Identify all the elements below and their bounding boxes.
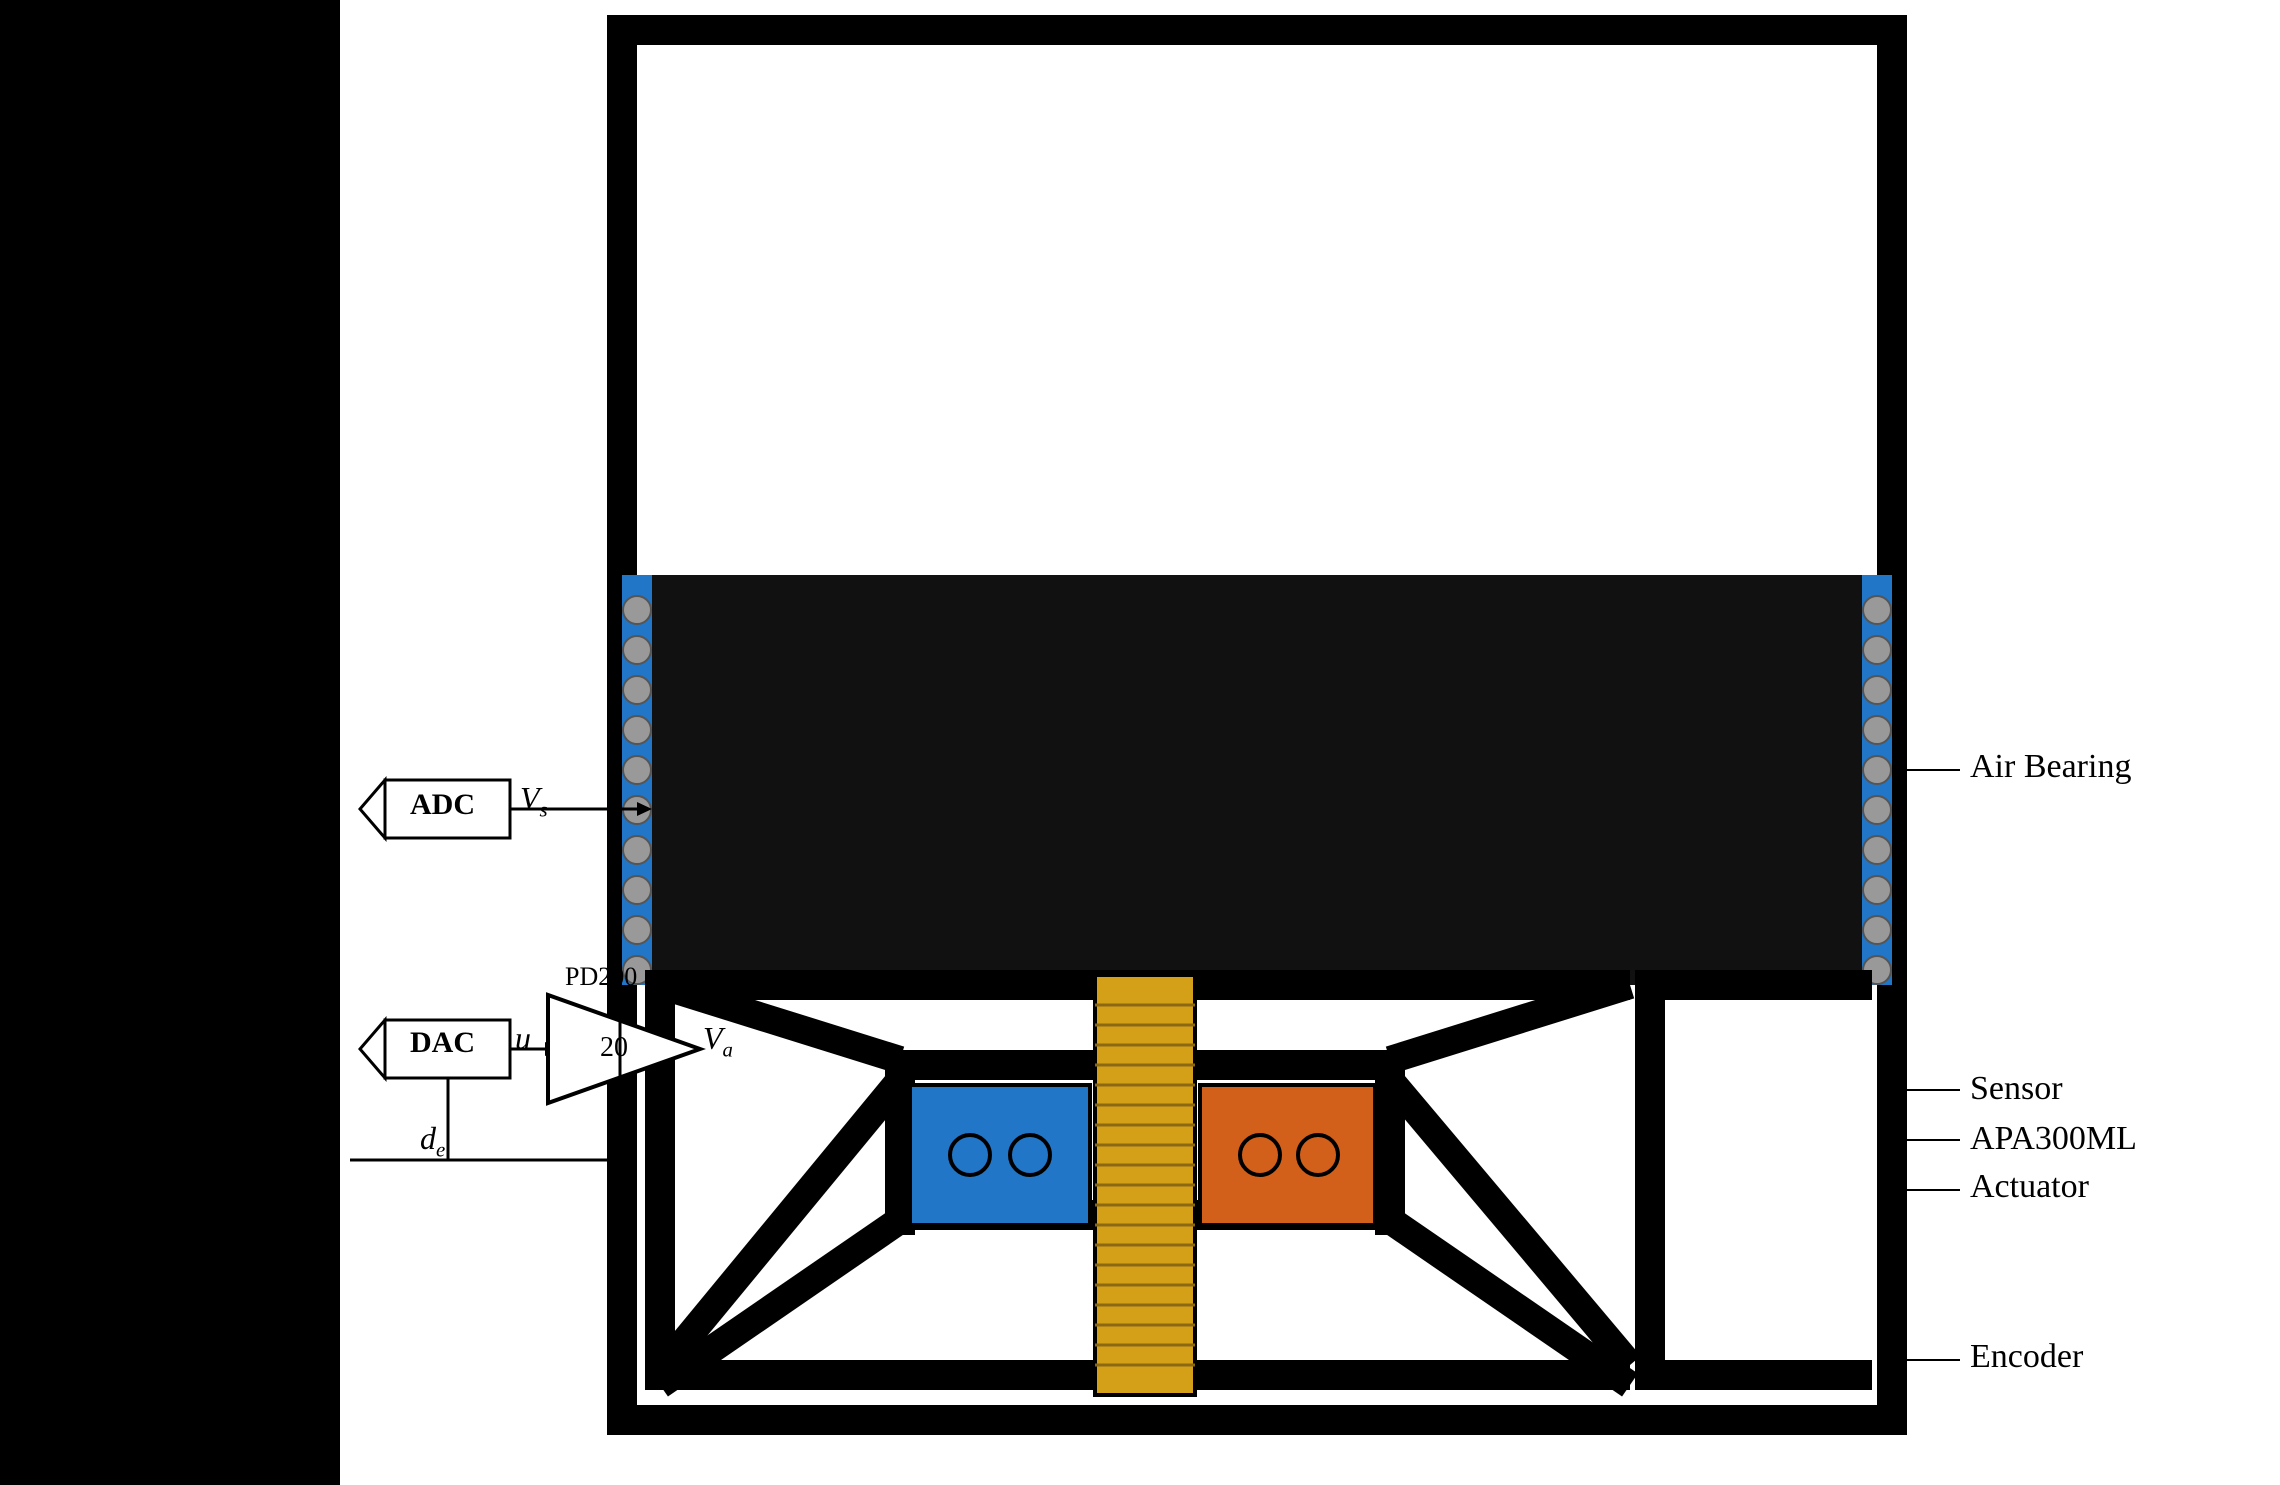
encoder-label: Encoder bbox=[1970, 1338, 2083, 1376]
apa300ml-label: APA300ML bbox=[1970, 1120, 2137, 1158]
air-bearing-label: Air Bearing bbox=[1970, 748, 2131, 786]
actuator-label: Actuator bbox=[1970, 1168, 2089, 1206]
de-label: de bbox=[420, 1120, 445, 1162]
diagram-svg bbox=[0, 0, 2280, 1485]
pd200-label: PD200 bbox=[565, 962, 637, 992]
amp-gain-label: 20 bbox=[600, 1032, 628, 1064]
dac-label: DAC bbox=[410, 1026, 475, 1060]
adc-label: ADC bbox=[410, 788, 475, 822]
vs-label: Vs bbox=[520, 780, 548, 822]
sensor-label: Sensor bbox=[1970, 1070, 2063, 1108]
diagram-container: ADC DAC PD200 20 Vs Va u de Air Bearing … bbox=[0, 0, 2280, 1485]
u-label: u bbox=[515, 1020, 531, 1057]
va-label: Va bbox=[703, 1020, 733, 1062]
